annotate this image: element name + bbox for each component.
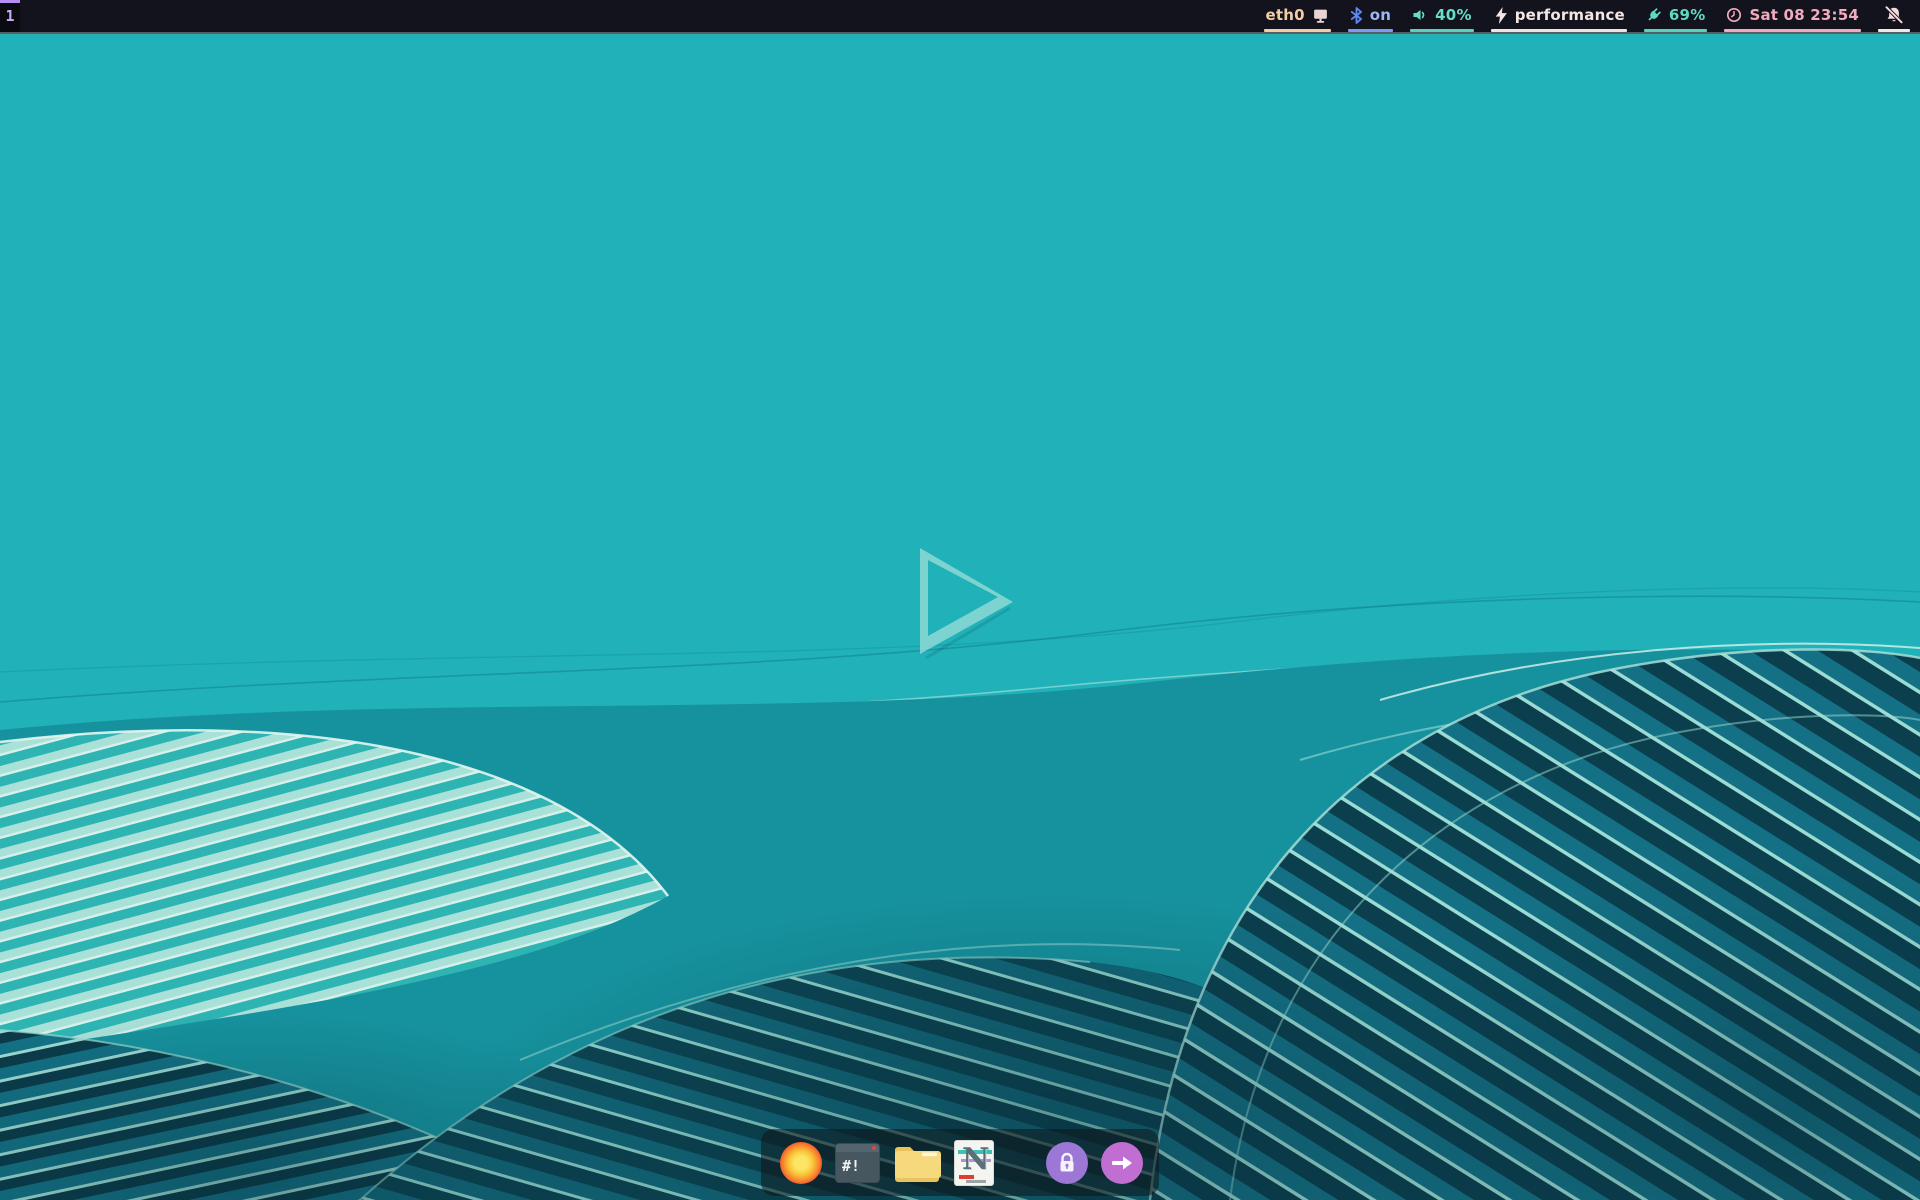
volume-underline	[1410, 29, 1474, 32]
logout-button-circle	[1101, 1141, 1143, 1184]
status-network[interactable]: eth0	[1263, 0, 1331, 32]
status-bluetooth[interactable]: on	[1347, 0, 1394, 32]
dock-item-file-manager[interactable]	[893, 1142, 941, 1184]
plug-icon	[1646, 7, 1662, 23]
workspace-accent	[0, 0, 20, 3]
folder-icon	[895, 1146, 941, 1182]
workspace-label: 1	[5, 7, 15, 25]
dock-item-lock-screen[interactable]	[1046, 1141, 1088, 1184]
speaker-icon	[1412, 7, 1428, 23]
workspace-indicator-1[interactable]: 1	[0, 0, 20, 32]
notes-n-icon: N	[954, 1139, 994, 1186]
lock-icon	[1060, 1152, 1074, 1171]
bluetooth-label: on	[1369, 6, 1392, 24]
dock: #! N	[761, 1129, 1159, 1196]
notes-gray-line	[966, 1179, 986, 1183]
status-power-profile[interactable]: performance	[1490, 0, 1627, 32]
clock-icon	[1726, 7, 1742, 23]
terminal-icon: #!	[835, 1142, 880, 1183]
desktop: 1 eth0 on 40% performance 69% Sat 08 23:…	[0, 0, 1920, 1200]
notifications-underline	[1878, 29, 1910, 32]
arrow-right-icon	[1112, 1156, 1132, 1169]
bluetooth-underline	[1347, 29, 1394, 32]
status-notifications[interactable]	[1878, 0, 1910, 32]
bluetooth-icon	[1350, 6, 1363, 24]
network-underline	[1263, 29, 1331, 32]
monitor-icon	[1312, 7, 1329, 24]
status-clock[interactable]: Sat 08 23:54	[1724, 0, 1861, 32]
dock-item-logout[interactable]	[1101, 1141, 1143, 1184]
desktop-wallpaper	[0, 0, 1920, 1200]
terminal-close-dot	[872, 1146, 876, 1150]
dock-item-terminal[interactable]: #!	[835, 1142, 880, 1183]
dock-item-notes[interactable]: N	[954, 1139, 994, 1186]
sun-icon	[780, 1141, 822, 1184]
clock-underline	[1724, 29, 1861, 32]
network-label: eth0	[1265, 6, 1305, 24]
dock-item-launcher[interactable]	[780, 1141, 822, 1184]
power-profile-label: performance	[1514, 6, 1625, 24]
battery-underline	[1643, 29, 1708, 32]
volume-label: 40%	[1435, 6, 1472, 24]
bell-slash-icon	[1884, 6, 1904, 24]
terminal-glyph: #!	[842, 1156, 861, 1175]
top-bar: 1 eth0 on 40% performance 69% Sat 08 23:…	[0, 0, 1920, 34]
status-widgets: eth0 on 40% performance 69% Sat 08 23:54	[1263, 0, 1920, 32]
status-volume[interactable]: 40%	[1410, 0, 1474, 32]
power-profile-underline	[1490, 29, 1627, 32]
notes-red-line	[959, 1174, 974, 1179]
notes-letter: N	[962, 1141, 990, 1177]
battery-label: 69%	[1668, 6, 1706, 24]
clock-label: Sat 08 23:54	[1749, 6, 1859, 24]
bolt-icon	[1493, 6, 1508, 24]
status-battery[interactable]: 69%	[1643, 0, 1708, 32]
lock-button-circle	[1046, 1141, 1088, 1184]
